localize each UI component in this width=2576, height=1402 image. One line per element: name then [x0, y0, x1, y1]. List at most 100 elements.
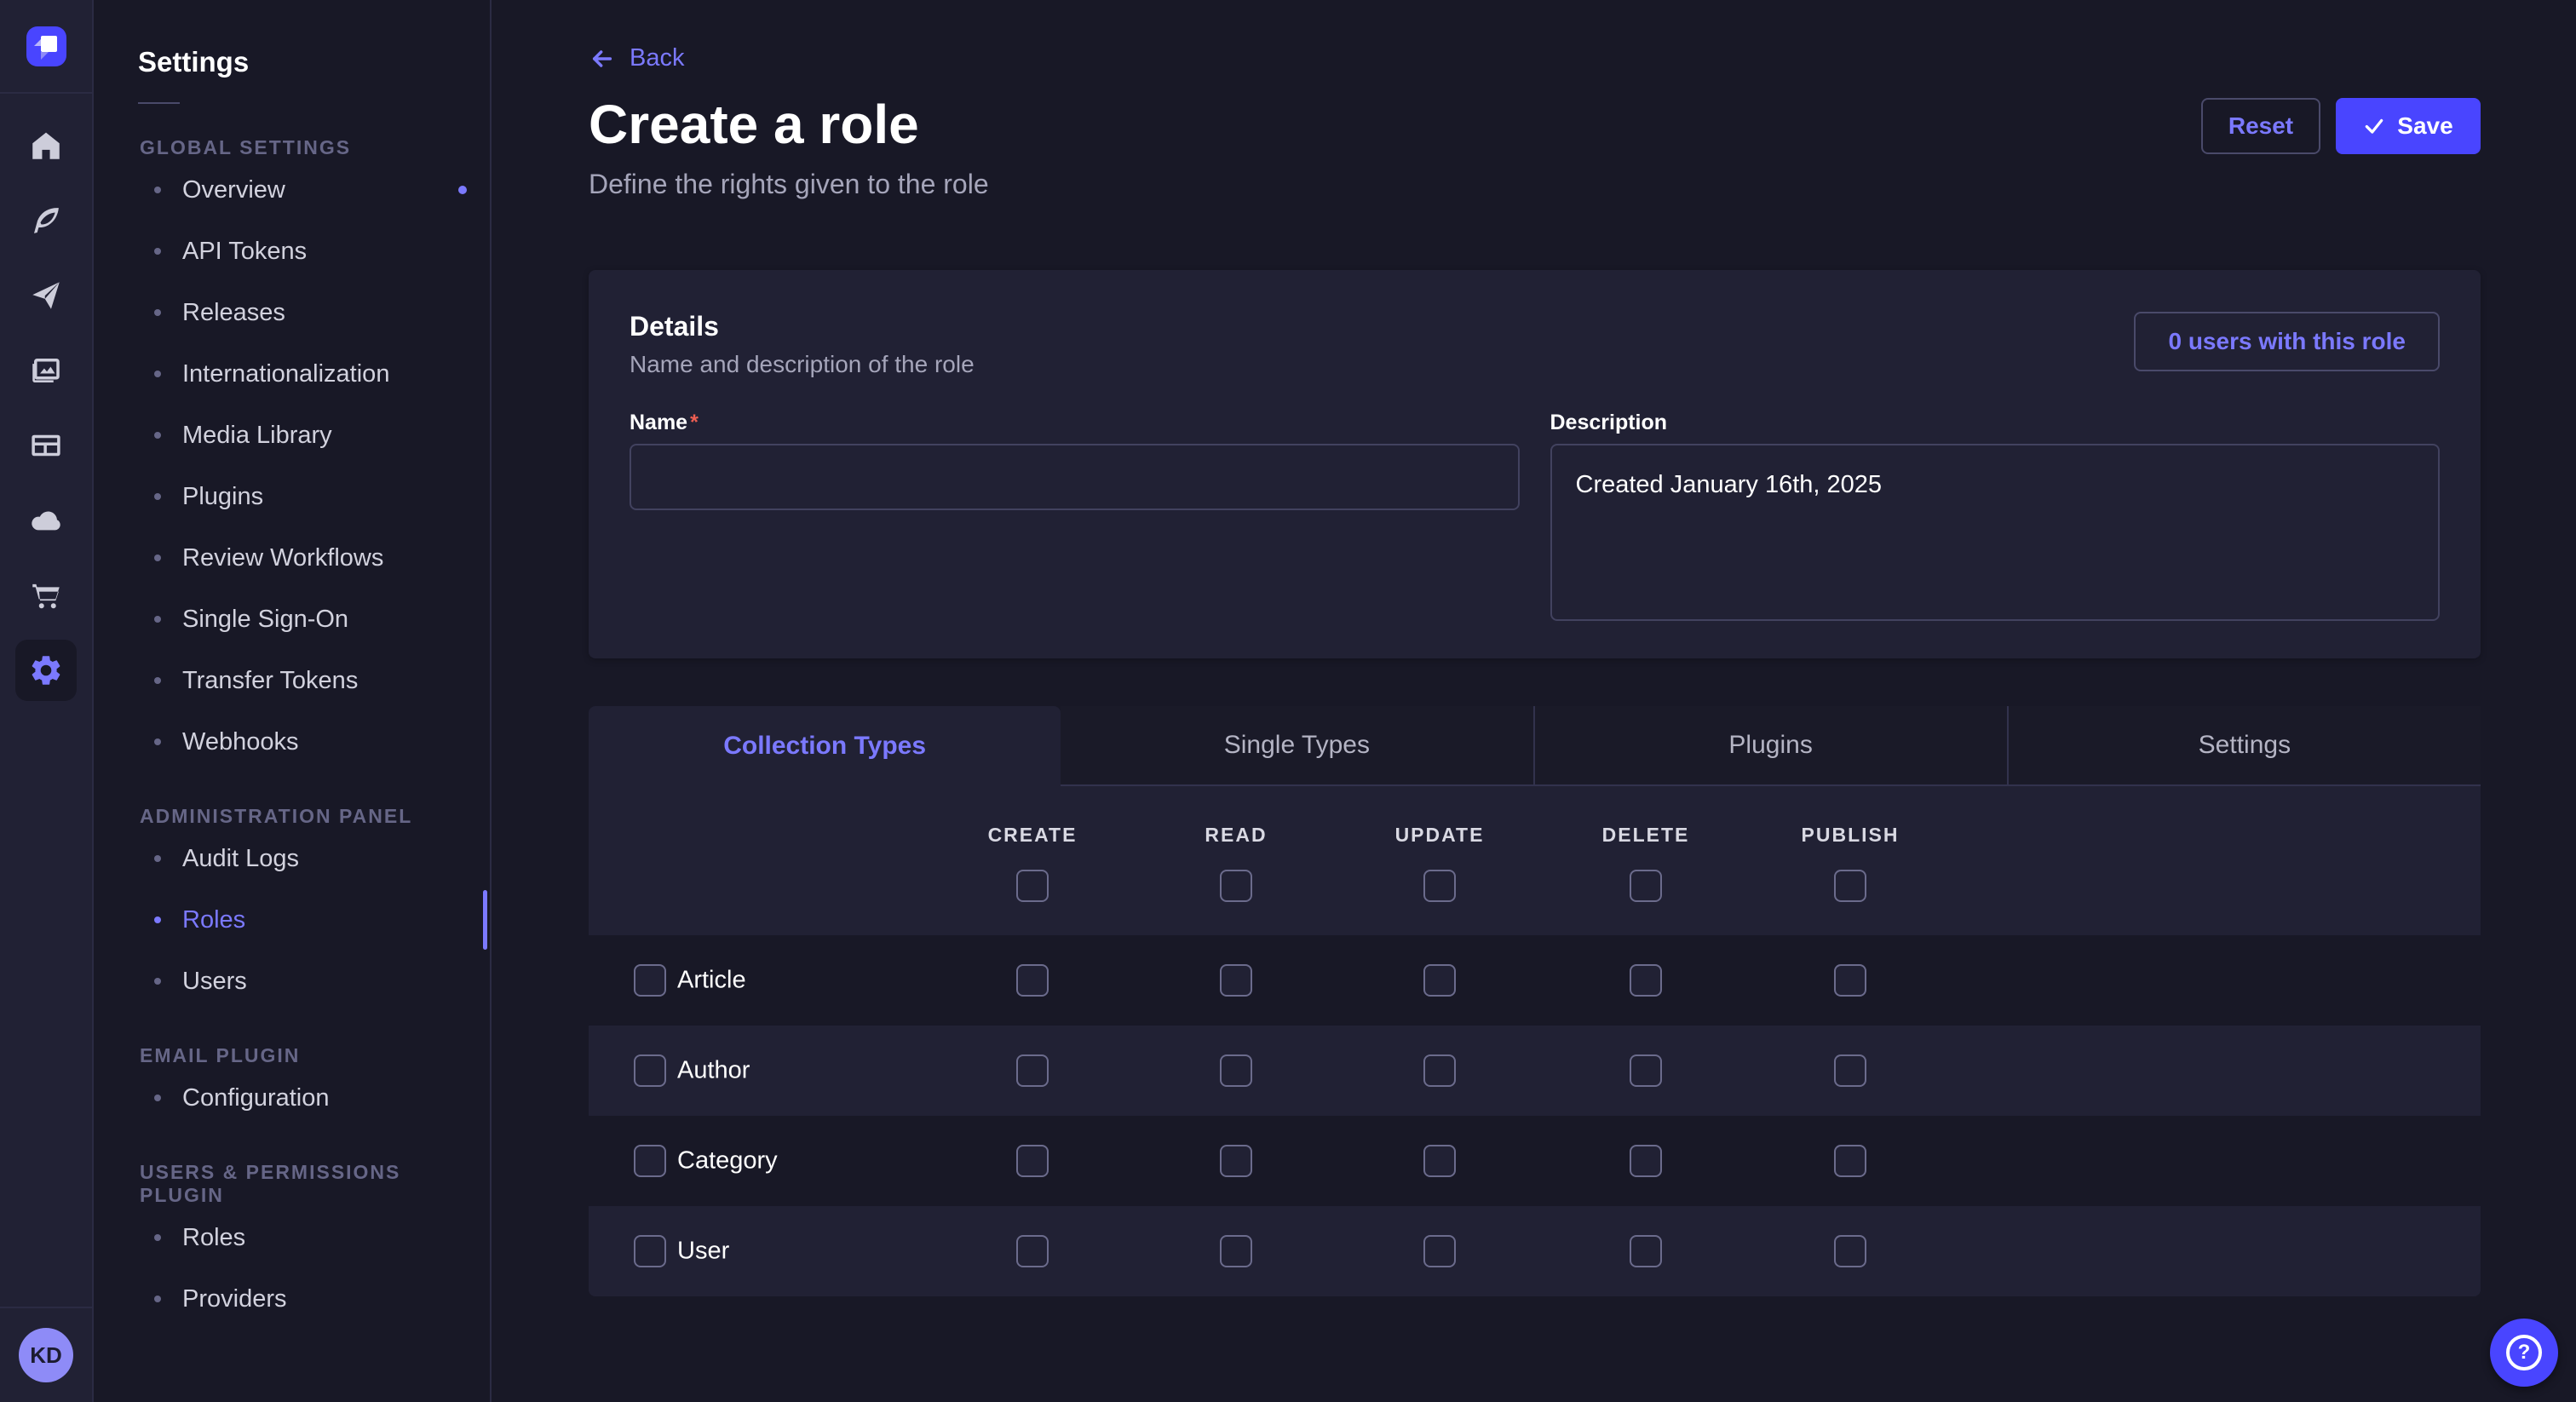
- select-all-delete-checkbox[interactable]: [1630, 870, 1662, 902]
- bullet-icon: [154, 738, 161, 745]
- content-feather-icon[interactable]: [0, 183, 92, 258]
- sidebar-item-webhooks[interactable]: Webhooks: [95, 711, 490, 773]
- tab-collection-types[interactable]: Collection Types: [589, 706, 1061, 786]
- tab-settings[interactable]: Settings: [2007, 706, 2481, 786]
- sidebar-item-label: Plugins: [182, 483, 263, 511]
- checkbox-category-update[interactable]: [1423, 1145, 1456, 1177]
- sidebar-item-overview[interactable]: Overview: [95, 159, 490, 221]
- tab-plugins[interactable]: Plugins: [1533, 706, 2007, 786]
- select-all-update-checkbox[interactable]: [1423, 870, 1456, 902]
- sidebar-item-label: Media Library: [182, 422, 332, 450]
- bullet-icon: [154, 1095, 161, 1101]
- checkbox-article-delete[interactable]: [1630, 964, 1662, 997]
- checkbox-article-publish[interactable]: [1834, 964, 1866, 997]
- checkbox-category-delete[interactable]: [1630, 1145, 1662, 1177]
- checkbox-user-publish[interactable]: [1834, 1235, 1866, 1267]
- sidebar-item-api-tokens[interactable]: API Tokens: [95, 221, 490, 282]
- back-link[interactable]: Back: [589, 44, 684, 72]
- nav-bottom-section: KD: [0, 1307, 92, 1402]
- checkbox-user-update[interactable]: [1423, 1235, 1456, 1267]
- sidebar-item-providers[interactable]: Providers: [95, 1268, 490, 1330]
- users-with-role-button[interactable]: 0 users with this role: [2134, 312, 2440, 371]
- checkbox-user-read[interactable]: [1220, 1235, 1252, 1267]
- notification-dot-icon: [458, 186, 467, 194]
- row-label: Author: [677, 1056, 750, 1084]
- checkbox-article-row[interactable]: [634, 964, 666, 997]
- permissions-panel: CREATE READ UPDATE DELETE PUBLISH Articl…: [589, 786, 2481, 1296]
- active-indicator-bar: [483, 890, 487, 950]
- select-all-create-checkbox[interactable]: [1016, 870, 1049, 902]
- sidebar-item-plugins[interactable]: Plugins: [95, 466, 490, 527]
- column-header-read: READ: [1205, 824, 1267, 847]
- checkbox-article-update[interactable]: [1423, 964, 1456, 997]
- checkbox-user-create[interactable]: [1016, 1235, 1049, 1267]
- bullet-icon: [154, 554, 161, 561]
- checkbox-category-row[interactable]: [634, 1145, 666, 1177]
- section-header-administration-panel: ADMINISTRATION PANEL: [95, 805, 490, 828]
- bullet-icon: [154, 916, 161, 923]
- bullet-icon: [154, 187, 161, 193]
- content-type-layout-icon[interactable]: [0, 408, 92, 483]
- sidebar-item-label: Providers: [182, 1285, 287, 1313]
- page-subtitle: Define the rights given to the role: [589, 169, 2481, 200]
- checkbox-article-create[interactable]: [1016, 964, 1049, 997]
- description-field-group: Description Created January 16th, 2025: [1550, 411, 2441, 625]
- help-icon: ?: [2506, 1335, 2542, 1370]
- deploy-paper-plane-icon[interactable]: [0, 258, 92, 333]
- checkbox-author-update[interactable]: [1423, 1054, 1456, 1087]
- section-header-global-settings: GLOBAL SETTINGS: [95, 136, 490, 159]
- select-all-publish-checkbox[interactable]: [1834, 870, 1866, 902]
- checkbox-category-create[interactable]: [1016, 1145, 1049, 1177]
- sidebar-item-roles-up[interactable]: Roles: [95, 1207, 490, 1268]
- sidebar-item-review-workflows[interactable]: Review Workflows: [95, 527, 490, 589]
- bullet-icon: [154, 309, 161, 316]
- name-label-text: Name: [630, 411, 687, 434]
- save-button[interactable]: Save: [2336, 98, 2481, 154]
- cloud-icon[interactable]: [0, 483, 92, 558]
- sidebar-item-roles-admin[interactable]: Roles: [95, 889, 490, 951]
- checkbox-author-create[interactable]: [1016, 1054, 1049, 1087]
- user-avatar[interactable]: KD: [19, 1328, 73, 1382]
- name-input[interactable]: [630, 444, 1520, 510]
- select-all-read-checkbox[interactable]: [1220, 870, 1252, 902]
- checkbox-category-publish[interactable]: [1834, 1145, 1866, 1177]
- settings-subnav: Settings GLOBAL SETTINGS Overview API To…: [95, 0, 492, 1402]
- header-actions: Reset Save: [2201, 98, 2481, 154]
- sidebar-item-single-sign-on[interactable]: Single Sign-On: [95, 589, 490, 650]
- tab-single-types[interactable]: Single Types: [1061, 706, 1532, 786]
- sidebar-item-internationalization[interactable]: Internationalization: [95, 343, 490, 405]
- sidebar-item-audit-logs[interactable]: Audit Logs: [95, 828, 490, 889]
- checkbox-author-row[interactable]: [634, 1054, 666, 1087]
- sidebar-item-label: Webhooks: [182, 728, 299, 756]
- sidebar-item-label: Single Sign-On: [182, 606, 348, 634]
- reset-button[interactable]: Reset: [2201, 98, 2320, 154]
- sidebar-item-users[interactable]: Users: [95, 951, 490, 1012]
- help-button[interactable]: ?: [2490, 1319, 2558, 1387]
- checkbox-author-delete[interactable]: [1630, 1054, 1662, 1087]
- checkbox-category-read[interactable]: [1220, 1145, 1252, 1177]
- sidebar-item-media-library[interactable]: Media Library: [95, 405, 490, 466]
- bullet-icon: [154, 855, 161, 862]
- media-images-icon[interactable]: [0, 333, 92, 408]
- description-textarea[interactable]: Created January 16th, 2025: [1550, 444, 2441, 621]
- checkbox-user-delete[interactable]: [1630, 1235, 1662, 1267]
- home-icon[interactable]: [0, 108, 92, 183]
- sidebar-item-transfer-tokens[interactable]: Transfer Tokens: [95, 650, 490, 711]
- sidebar-item-label: Roles: [182, 906, 245, 934]
- checkbox-user-row[interactable]: [634, 1235, 666, 1267]
- column-header-create: CREATE: [988, 824, 1078, 847]
- sidebar-item-configuration[interactable]: Configuration: [95, 1067, 490, 1129]
- checkbox-author-publish[interactable]: [1834, 1054, 1866, 1087]
- table-row-user: User: [589, 1206, 2481, 1296]
- column-header-delete: DELETE: [1602, 824, 1690, 847]
- bullet-icon: [154, 1296, 161, 1302]
- sidebar-item-label: Releases: [182, 299, 285, 327]
- strapi-logo-icon[interactable]: [26, 26, 66, 66]
- main-nav: KD: [0, 0, 94, 1402]
- details-card: Details Name and description of the role…: [589, 270, 2481, 658]
- settings-gear-icon[interactable]: [0, 633, 92, 708]
- checkbox-article-read[interactable]: [1220, 964, 1252, 997]
- sidebar-item-releases[interactable]: Releases: [95, 282, 490, 343]
- checkbox-author-read[interactable]: [1220, 1054, 1252, 1087]
- marketplace-cart-icon[interactable]: [0, 558, 92, 633]
